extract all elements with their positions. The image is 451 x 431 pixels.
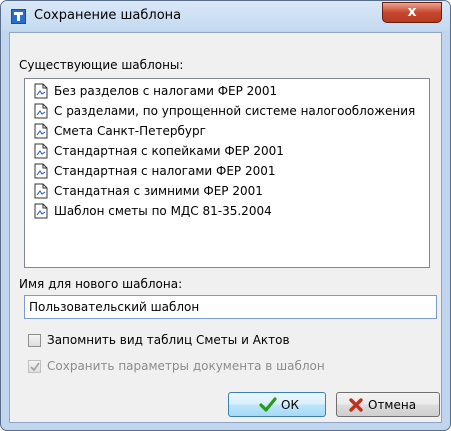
new-template-name-label: Имя для нового шаблона: — [19, 277, 183, 291]
close-icon: x — [407, 4, 417, 20]
document-icon — [34, 103, 48, 119]
ok-button[interactable]: ОК — [228, 392, 326, 417]
app-icon — [11, 9, 26, 24]
list-item-label: Стандартная с налогами ФЕР 2001 — [54, 164, 276, 178]
document-icon — [34, 163, 48, 179]
list-item-label: Шаблон сметы по МДС 81-35.2004 — [54, 204, 272, 218]
close-button[interactable]: x — [382, 2, 442, 23]
cancel-button-label: Отмена — [368, 398, 417, 412]
remember-view-label[interactable]: Запомнить вид таблиц Сметы и Актов — [47, 333, 290, 347]
template-name-input[interactable]: Пользовательский шаблон — [24, 295, 437, 319]
window-title: Сохранение шаблона — [34, 8, 182, 23]
list-item-label: Смета Санкт-Петербург — [54, 124, 206, 138]
close-icon — [349, 398, 363, 412]
save-params-checkbox[interactable] — [28, 360, 41, 373]
document-icon — [34, 123, 48, 139]
list-item-label: Стандартная с копейками ФЕР 2001 — [54, 144, 284, 158]
document-icon — [34, 203, 48, 219]
ok-button-label: ОК — [281, 398, 299, 412]
save-params-label[interactable]: Сохранить параметры документа в шаблон — [47, 359, 325, 373]
list-item-label: Без разделов с налогами ФЕР 2001 — [54, 84, 278, 98]
document-icon — [34, 143, 48, 159]
document-icon — [34, 83, 48, 99]
title-bar[interactable]: Сохранение шаблона x — [1, 1, 450, 31]
list-item-label: С разделами, по упрощенной системе налог… — [54, 104, 416, 118]
cancel-button[interactable]: Отмена — [336, 392, 440, 417]
template-name-value: Пользовательский шаблон — [29, 300, 200, 314]
templates-list[interactable]: Без разделов с налогами ФЕР 2001 С разде… — [24, 78, 430, 268]
checkmark-icon — [30, 362, 40, 372]
existing-templates-label: Существующие шаблоны: — [19, 58, 184, 72]
document-icon — [34, 183, 48, 199]
checkmark-icon — [259, 397, 277, 412]
remember-view-checkbox[interactable] — [28, 334, 41, 347]
list-item-label: Стандатная с зимними ФЕР 2001 — [54, 184, 263, 198]
